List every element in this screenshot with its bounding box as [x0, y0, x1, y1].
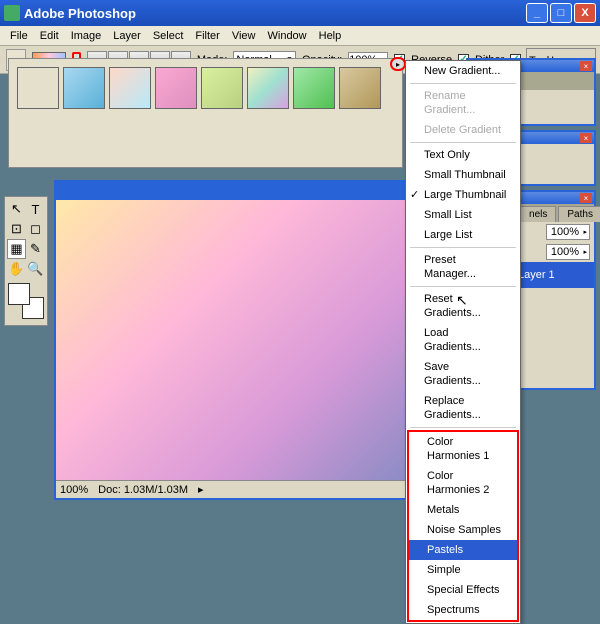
close-button[interactable]: X — [574, 3, 596, 23]
preset-special-effects[interactable]: Special Effects — [409, 580, 517, 600]
channels-tab[interactable]: nels — [520, 206, 556, 222]
app-icon — [4, 5, 20, 21]
menu-preset-manager[interactable]: Preset Manager... — [406, 250, 520, 284]
gradient-swatch[interactable] — [155, 67, 197, 109]
preset-simple[interactable]: Simple — [409, 560, 517, 580]
gradient-swatch[interactable] — [293, 67, 335, 109]
document-canvas[interactable] — [56, 200, 452, 480]
maximize-button[interactable]: □ — [550, 3, 572, 23]
foreground-color[interactable] — [8, 283, 30, 305]
layer-fill-input[interactable]: 100%▸ — [546, 244, 590, 260]
gradient-swatch[interactable] — [247, 67, 289, 109]
gradient-swatch[interactable] — [339, 67, 381, 109]
preset-metals[interactable]: Metals — [409, 500, 517, 520]
menu-file[interactable]: File — [4, 28, 34, 44]
document-window: 100% Doc: 1.03M/1.03M ▸ — [54, 180, 454, 500]
gradient-flyout-menu: New Gradient... Rename Gradient... Delet… — [405, 60, 521, 624]
gradient-tool[interactable]: ▦ — [7, 239, 26, 259]
gradient-grid — [17, 67, 394, 109]
doc-size: Doc: 1.03M/1.03M — [98, 484, 188, 496]
menu-layer[interactable]: Layer — [107, 28, 147, 44]
menu-small-list[interactable]: Small List — [406, 205, 520, 225]
menu-reset-gradients[interactable]: Reset Gradients... — [406, 289, 520, 323]
menu-small-thumbnail[interactable]: Small Thumbnail — [406, 165, 520, 185]
menu-help[interactable]: Help — [313, 28, 348, 44]
preset-color-harmonies-1[interactable]: Color Harmonies 1 — [409, 432, 517, 466]
panel-close-icon[interactable]: × — [580, 61, 592, 71]
preset-spectrums[interactable]: Spectrums — [409, 600, 517, 620]
paths-tab[interactable]: Paths — [558, 206, 600, 222]
preset-noise-samples[interactable]: Noise Samples — [409, 520, 517, 540]
gradient-flyout-button[interactable]: ▸ — [390, 57, 406, 71]
gradient-swatch[interactable] — [17, 67, 59, 109]
gradient-swatch[interactable] — [63, 67, 105, 109]
panel-close-icon[interactable]: × — [580, 133, 592, 143]
crop-tool[interactable]: ⊡ — [7, 219, 26, 239]
shape-tool[interactable]: ◻ — [26, 219, 45, 239]
preset-color-harmonies-2[interactable]: Color Harmonies 2 — [409, 466, 517, 500]
menu-view[interactable]: View — [226, 28, 262, 44]
gradient-preset-group: Color Harmonies 1 Color Harmonies 2 Meta… — [407, 430, 519, 622]
toolbox: ↖T ⊡◻ ▦✎ ✋🔍 — [4, 196, 48, 326]
type-tool[interactable]: T — [26, 199, 45, 219]
menu-window[interactable]: Window — [262, 28, 313, 44]
menu-select[interactable]: Select — [147, 28, 190, 44]
menu-save-gradients[interactable]: Save Gradients... — [406, 357, 520, 391]
menu-rename-gradient: Rename Gradient... — [406, 86, 520, 120]
menu-load-gradients[interactable]: Load Gradients... — [406, 323, 520, 357]
color-swatches[interactable] — [8, 283, 44, 319]
hand-tool[interactable]: ✋ — [7, 259, 26, 279]
menu-filter[interactable]: Filter — [189, 28, 225, 44]
menu-new-gradient[interactable]: New Gradient... — [406, 61, 520, 81]
window-titlebar: Adobe Photoshop _ □ X — [0, 0, 600, 26]
minimize-button[interactable]: _ — [526, 3, 548, 23]
menubar: File Edit Image Layer Select Filter View… — [0, 26, 600, 46]
layer-name[interactable]: Layer 1 — [518, 269, 555, 281]
move-tool[interactable]: ↖ — [7, 199, 26, 219]
menu-replace-gradients[interactable]: Replace Gradients... — [406, 391, 520, 425]
document-statusbar: 100% Doc: 1.03M/1.03M ▸ — [56, 480, 452, 498]
window-title: Adobe Photoshop — [24, 6, 524, 21]
menu-large-thumbnail[interactable]: Large Thumbnail — [406, 185, 520, 205]
zoom-level[interactable]: 100% — [60, 484, 88, 496]
layer-opacity-input[interactable]: 100%▸ — [546, 224, 590, 240]
gradient-picker-panel: ▸ — [8, 58, 403, 168]
status-arrow-icon[interactable]: ▸ — [198, 483, 204, 496]
document-titlebar[interactable] — [56, 182, 452, 200]
menu-delete-gradient: Delete Gradient — [406, 120, 520, 140]
menu-text-only[interactable]: Text Only — [406, 145, 520, 165]
panel-close-icon[interactable]: × — [580, 193, 592, 203]
gradient-swatch[interactable] — [109, 67, 151, 109]
menu-large-list[interactable]: Large List — [406, 225, 520, 245]
menu-edit[interactable]: Edit — [34, 28, 65, 44]
eyedropper-tool[interactable]: ✎ — [26, 239, 45, 259]
gradient-swatch[interactable] — [201, 67, 243, 109]
menu-image[interactable]: Image — [65, 28, 108, 44]
zoom-tool[interactable]: 🔍 — [26, 259, 45, 279]
preset-pastels[interactable]: Pastels — [409, 540, 517, 560]
